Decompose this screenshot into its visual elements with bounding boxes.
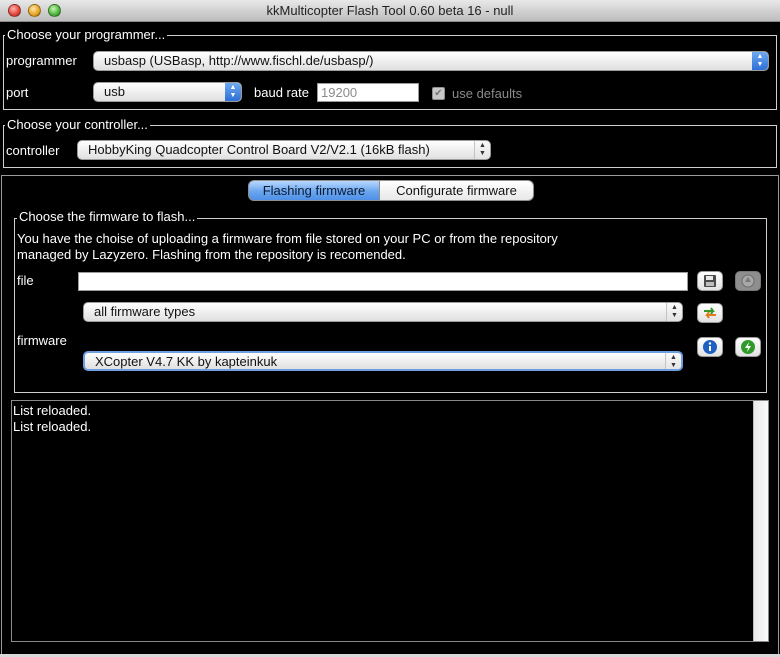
tab-flashing-firmware[interactable]: Flashing firmware xyxy=(248,180,380,201)
disabled-action-button[interactable] xyxy=(735,271,761,291)
firmware-group-legend: Choose the firmware to flash... xyxy=(17,209,198,225)
window-titlebar: kkMulticopter Flash Tool 0.60 beta 16 - … xyxy=(0,0,780,22)
select-arrows-icon: ▲ ▼ xyxy=(752,52,768,70)
controller-select-value: HobbyKing Quadcopter Control Board V2/V2… xyxy=(88,142,430,157)
use-defaults-checkbox[interactable]: ✔ xyxy=(432,87,445,100)
log-output-area[interactable]: List reloaded. List reloaded. xyxy=(11,400,769,642)
zoom-window-button[interactable] xyxy=(48,4,61,17)
controller-select[interactable]: HobbyKing Quadcopter Control Board V2/V2… xyxy=(77,140,491,160)
info-icon xyxy=(703,340,717,354)
select-arrows-icon: ▲ ▼ xyxy=(225,83,241,101)
programmer-select[interactable]: usbasp (USBasp, http://www.fischl.de/usb… xyxy=(93,51,769,71)
controller-label: controller xyxy=(6,143,60,158)
firmware-select[interactable]: XCopter V4.7 KK by kapteinkuk ▲ ▼ xyxy=(83,351,683,371)
programmer-group-legend: Choose your programmer... xyxy=(5,27,168,43)
tab-configurate-firmware[interactable]: Configurate firmware xyxy=(380,180,534,201)
green-flash-icon xyxy=(741,340,755,354)
log-line: List reloaded. xyxy=(13,419,92,434)
file-label: file xyxy=(17,273,34,288)
port-select-value: usb xyxy=(104,84,125,99)
floppy-disk-icon xyxy=(704,275,716,287)
firmware-type-filter-select[interactable]: all firmware types ▲ ▼ xyxy=(83,302,683,322)
select-arrows-icon: ▲ ▼ xyxy=(666,303,682,321)
window-title: kkMulticopter Flash Tool 0.60 beta 16 - … xyxy=(266,3,514,18)
firmware-select-value: XCopter V4.7 KK by kapteinkuk xyxy=(95,354,278,369)
programmer-select-value: usbasp (USBasp, http://www.fischl.de/usb… xyxy=(104,53,374,68)
select-arrows-icon: ▲ ▼ xyxy=(474,141,490,159)
minimize-window-button[interactable] xyxy=(28,4,41,17)
close-window-button[interactable] xyxy=(8,4,21,17)
save-file-button[interactable] xyxy=(697,271,723,291)
firmware-type-filter-value: all firmware types xyxy=(94,304,196,319)
use-defaults-label: use defaults xyxy=(452,86,523,101)
firmware-label: firmware xyxy=(17,333,67,348)
log-scrollbar[interactable] xyxy=(753,401,768,641)
select-arrows-icon: ▲ ▼ xyxy=(665,353,681,369)
programmer-label: programmer xyxy=(6,53,77,68)
gray-circle-icon xyxy=(741,274,755,288)
firmware-info-button[interactable] xyxy=(697,337,723,357)
file-path-input[interactable] xyxy=(78,272,688,291)
controller-group-legend: Choose your controller... xyxy=(5,117,150,133)
baud-rate-input[interactable]: 19200 xyxy=(317,83,419,102)
port-select[interactable]: usb ▲ ▼ xyxy=(93,82,242,102)
refresh-arrows-icon xyxy=(704,307,716,319)
port-label: port xyxy=(6,85,29,100)
flash-firmware-button[interactable] xyxy=(735,337,761,357)
refresh-list-button[interactable] xyxy=(697,303,723,323)
firmware-description-line2: managed by Lazyzero. Flashing from the r… xyxy=(17,247,406,262)
baud-rate-label: baud rate xyxy=(254,85,309,100)
log-line: List reloaded. xyxy=(13,403,92,418)
